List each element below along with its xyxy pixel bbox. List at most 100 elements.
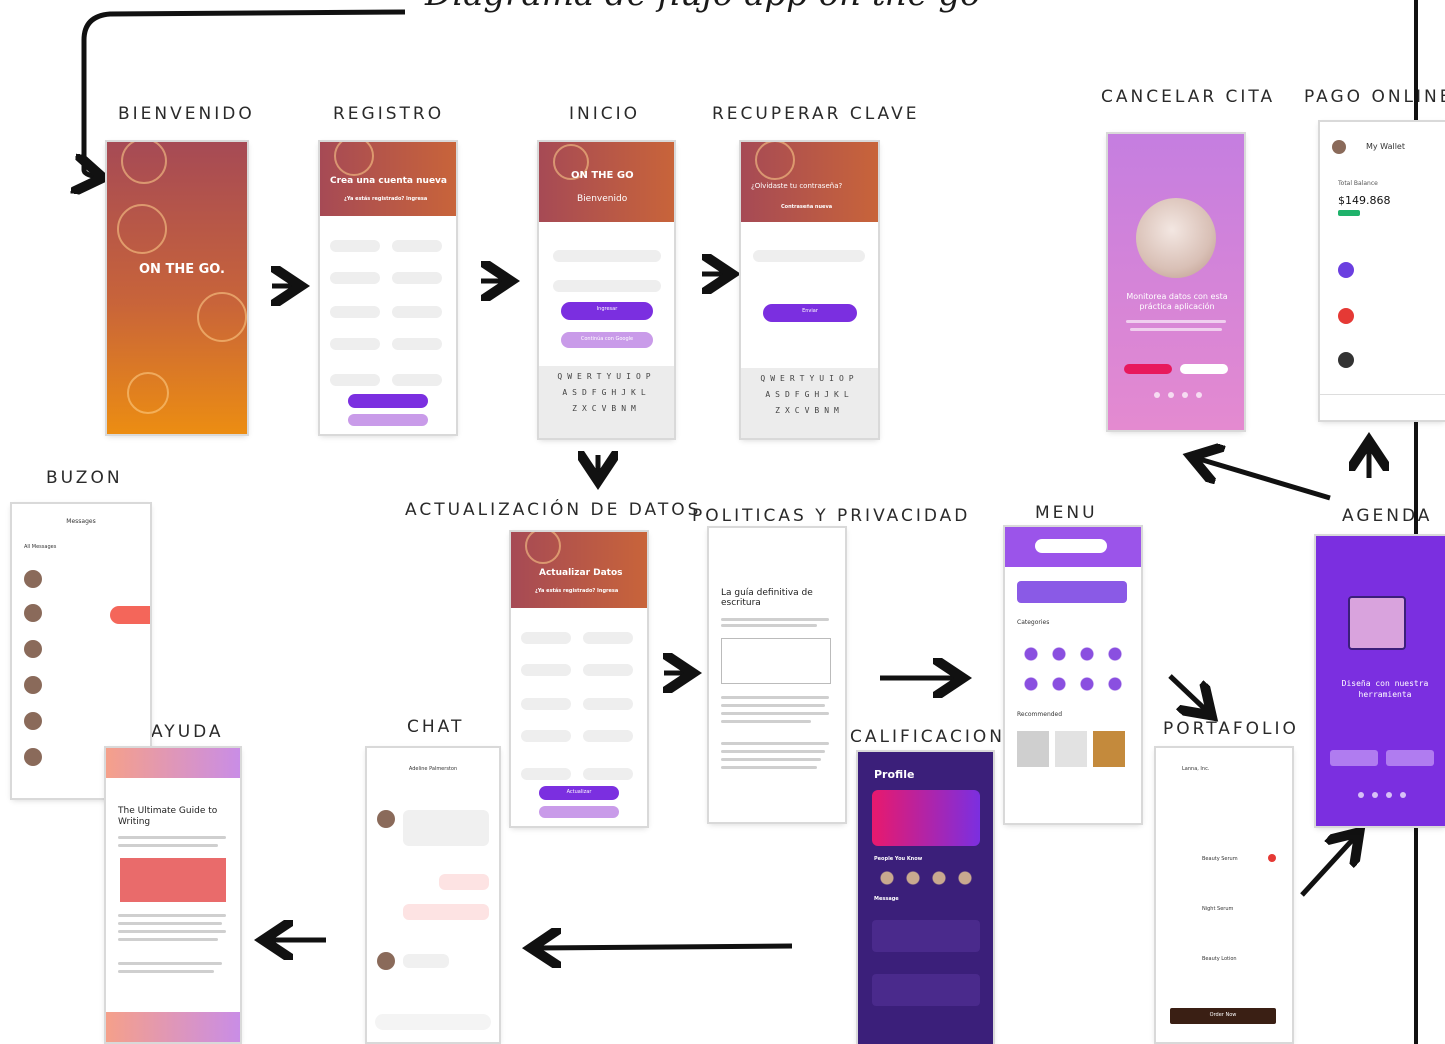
coin-purple[interactable]: [1338, 262, 1354, 278]
google-button[interactable]: Continúa con Google: [561, 332, 653, 348]
screen-chat[interactable]: Adeline Palmerston: [367, 748, 499, 1042]
delete-swipe[interactable]: [110, 606, 150, 624]
field-hora[interactable]: [330, 306, 380, 318]
text-line: [721, 696, 829, 699]
field-nombre[interactable]: [330, 240, 380, 252]
arrow-portafolio-agenda: [1300, 836, 1356, 897]
product-name-3: Beauty Lotion: [1202, 956, 1237, 962]
ayuda-image: [120, 858, 226, 902]
heart-icon[interactable]: [1268, 854, 1276, 862]
coin-dark[interactable]: [1338, 352, 1354, 368]
screen-bienvenido[interactable]: ON THE GO.: [107, 142, 247, 434]
screen-portafolio[interactable]: Lanna, Inc. Beauty Serum Night Serum Bea…: [1156, 748, 1292, 1042]
login-link-button[interactable]: [348, 414, 428, 426]
actualizacion-heading: Actualizar Datos: [539, 568, 623, 578]
field-contrasena[interactable]: [330, 374, 380, 386]
field-telefono[interactable]: [583, 698, 633, 710]
rec-item[interactable]: [1093, 731, 1125, 767]
field-ciudad[interactable]: [392, 272, 442, 284]
rec-item[interactable]: [1055, 731, 1087, 767]
login-button[interactable]: Ingresar: [561, 302, 653, 320]
keyboard-row-1[interactable]: QWERTYUIOP: [747, 374, 872, 383]
field-fecha[interactable]: [330, 272, 380, 284]
pager-dot: [1154, 392, 1160, 398]
field-telefono[interactable]: [392, 306, 442, 318]
decor-circle: [121, 142, 167, 184]
field-nombre[interactable]: [521, 632, 571, 644]
field-correo[interactable]: [392, 374, 442, 386]
secondary-button[interactable]: [539, 806, 619, 818]
update-button[interactable]: Actualizar: [539, 786, 619, 800]
profile-card[interactable]: [872, 790, 980, 846]
screen-menu[interactable]: Categories Recommended: [1005, 527, 1141, 823]
field-apellido[interactable]: [392, 240, 442, 252]
send-button[interactable]: Enviar: [763, 304, 857, 322]
message-input[interactable]: [375, 1014, 491, 1030]
pager-dot: [1400, 792, 1406, 798]
screen-agenda[interactable]: Diseña con nuestra herramienta: [1316, 536, 1445, 826]
keyboard[interactable]: QWERTYUIOP ASDFGHJKL ZXCVBNM: [741, 368, 878, 438]
balance-value: $149.868: [1338, 194, 1391, 207]
field-documento[interactable]: [583, 730, 633, 742]
registrar-button[interactable]: [348, 394, 428, 408]
rec-item[interactable]: [1017, 731, 1049, 767]
agenda-button[interactable]: [1330, 750, 1378, 766]
keyboard-row-2[interactable]: ASDFGHJKL: [545, 388, 668, 397]
people-row[interactable]: [874, 870, 974, 886]
avatar: [24, 570, 42, 588]
message-card[interactable]: [872, 920, 980, 952]
decor-circle: [117, 204, 167, 254]
field-correo[interactable]: [583, 768, 633, 780]
field-contrasena[interactable]: [521, 768, 571, 780]
screen-pago-online[interactable]: My Wallet Total Balance $149.868: [1320, 122, 1445, 420]
screen-cancelar-cita[interactable]: Monitorea datos con esta práctica aplica…: [1108, 134, 1244, 430]
screen-actualizacion[interactable]: Actualizar Datos ¿Ya estás registrado? I…: [511, 532, 647, 826]
screen-recuperar[interactable]: ¿Olvidaste tu contraseña? Contraseña nue…: [741, 142, 878, 438]
company-name: Lanna, Inc.: [1182, 766, 1210, 772]
keyboard[interactable]: QWERTYUIOP ASDFGHJKL ZXCVBNM: [539, 366, 674, 438]
ayuda-bottombar[interactable]: [106, 1012, 240, 1042]
avatar: [24, 676, 42, 694]
update-button-label: Actualizar: [566, 789, 592, 795]
incoming-bubble: [403, 954, 449, 968]
field-ciudad[interactable]: [583, 664, 633, 676]
brand-text: ON THE GO.: [139, 262, 225, 277]
field-select[interactable]: [330, 338, 380, 350]
keyboard-row-2[interactable]: ASDFGHJKL: [747, 390, 872, 399]
cancel-button[interactable]: [1124, 364, 1172, 374]
category-grid[interactable]: [1017, 639, 1129, 699]
field-fecha[interactable]: [521, 664, 571, 676]
menu-cards[interactable]: [1017, 581, 1127, 603]
text-line: [118, 970, 214, 973]
keyboard-row-3[interactable]: ZXCVBNM: [747, 406, 872, 415]
screen-calificacion[interactable]: Profile People You Know Message: [858, 752, 993, 1044]
keyboard-row-1[interactable]: QWERTYUIOP: [545, 372, 668, 381]
new-password-field[interactable]: [753, 250, 865, 262]
google-button-label: Continúa con Google: [580, 336, 634, 342]
outgoing-bubble: [439, 874, 489, 890]
message-card[interactable]: [872, 974, 980, 1006]
buzon-tab[interactable]: All Messages: [24, 544, 56, 550]
ayuda-topbar: [106, 748, 240, 778]
field-documento[interactable]: [392, 338, 442, 350]
keyboard-row-3[interactable]: ZXCVBNM: [545, 404, 668, 413]
confirm-button[interactable]: [1180, 364, 1228, 374]
email-field[interactable]: [553, 250, 661, 262]
registro-heading: Crea una cuenta nueva: [330, 176, 447, 186]
inicio-welcome: Bienvenido: [577, 194, 628, 204]
screen-politicas[interactable]: La guía definitiva de escritura: [709, 528, 845, 822]
screen-registro[interactable]: Crea una cuenta nueva ¿Ya estás registra…: [320, 142, 456, 434]
coin-red[interactable]: [1338, 308, 1354, 324]
agenda-button[interactable]: [1386, 750, 1434, 766]
field-apellido[interactable]: [583, 632, 633, 644]
message-label: Message: [874, 896, 899, 902]
field-hora[interactable]: [521, 698, 571, 710]
screen-inicio[interactable]: ON THE GO Bienvenido Ingresar Continúa c…: [539, 142, 674, 438]
order-button[interactable]: Order Now: [1170, 1008, 1276, 1024]
password-field[interactable]: [553, 280, 661, 292]
login-button-label: Ingresar: [596, 306, 618, 312]
text-line: [721, 712, 829, 715]
screen-ayuda[interactable]: The Ultimate Guide to Writing: [106, 748, 240, 1042]
search-input[interactable]: [1035, 539, 1107, 553]
field-select[interactable]: [521, 730, 571, 742]
